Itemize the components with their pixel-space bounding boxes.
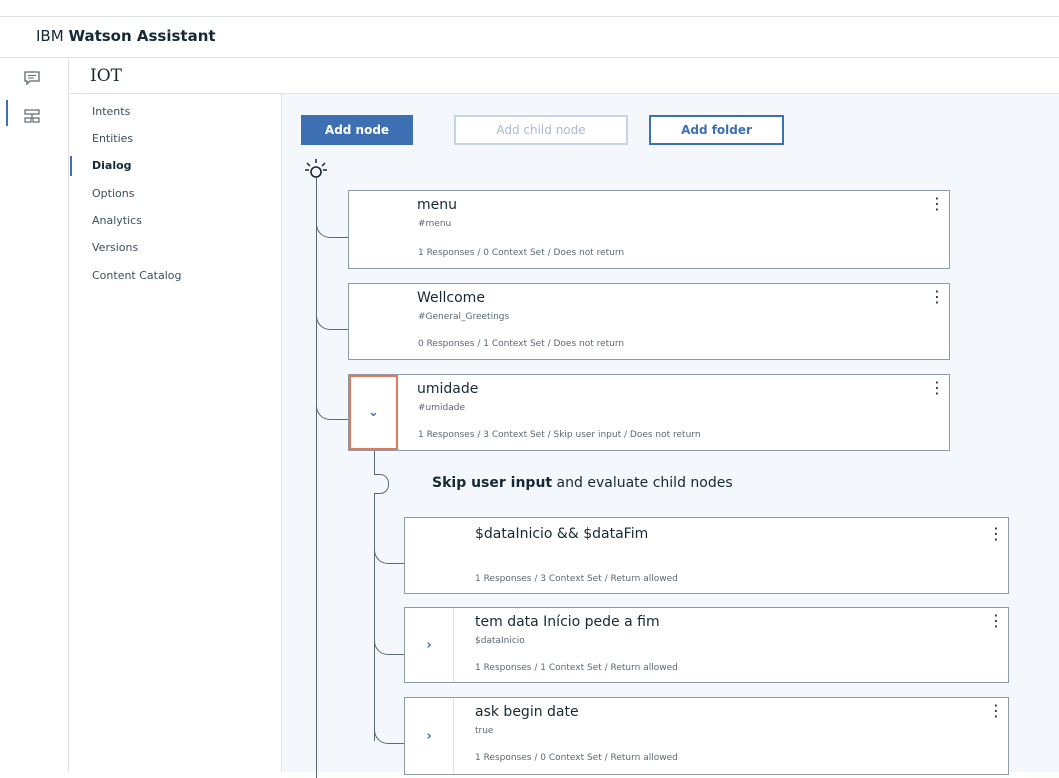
header-divider (0, 57, 1059, 58)
add-node-button[interactable]: Add node (301, 115, 413, 145)
nav-item-content-catalog[interactable]: Content Catalog (92, 269, 182, 282)
add-folder-button[interactable]: Add folder (649, 115, 784, 145)
dialog-canvas: Add node Add child node Add folder menu … (282, 94, 1059, 778)
expand-chevron-icon[interactable]: › (405, 608, 454, 682)
skills-icon[interactable] (22, 106, 42, 126)
chat-icon[interactable] (22, 68, 42, 88)
node-summary: 1 Responses / 3 Context Set / Skip user … (418, 430, 701, 440)
nav-selected-indicator (70, 156, 72, 176)
add-child-node-button[interactable]: Add child node (454, 115, 628, 145)
rail-active-indicator (6, 100, 8, 126)
node-summary: 1 Responses / 1 Context Set / Return all… (475, 663, 678, 673)
node-condition: #umidade (418, 403, 465, 413)
nav-item-entities[interactable]: Entities (92, 132, 133, 145)
overflow-menu-icon[interactable]: ⋮ (929, 196, 945, 212)
tree-connector (316, 304, 349, 330)
overflow-menu-icon[interactable]: ⋮ (929, 380, 945, 396)
overflow-menu-icon[interactable]: ⋮ (929, 289, 945, 305)
dialog-node-menu[interactable]: menu #menu 1 Responses / 0 Context Set /… (348, 190, 950, 269)
skip-bold: Skip user input (432, 475, 553, 491)
node-title: tem data Início pede a fim (475, 614, 660, 630)
tree-connector (374, 537, 405, 564)
tree-connector (374, 717, 405, 744)
expand-chevron-icon[interactable]: › (405, 698, 454, 774)
node-summary: 1 Responses / 0 Context Set / Return all… (475, 753, 678, 763)
node-condition: #menu (418, 219, 452, 229)
child-node-ask-begin-date[interactable]: › ask begin date true 1 Responses / 0 Co… (404, 697, 1009, 775)
child-branch-line (374, 451, 375, 741)
top-divider (0, 16, 1059, 17)
app-brand[interactable]: IBM Watson Assistant (36, 27, 216, 45)
workspace-title: IOT (90, 66, 122, 86)
nav-item-dialog[interactable]: Dialog (92, 159, 132, 172)
node-title: menu (417, 197, 457, 213)
tree-connector (316, 394, 349, 420)
overflow-menu-icon[interactable]: ⋮ (988, 526, 1004, 542)
node-summary: 1 Responses / 0 Context Set / Does not r… (418, 248, 625, 258)
collapse-chevron-icon[interactable]: ⌄ (349, 375, 398, 450)
node-condition: $dataInicio (475, 636, 525, 646)
dialog-node-umidade[interactable]: ⌄ umidade #umidade 1 Responses / 3 Conte… (348, 374, 950, 451)
nav-item-analytics[interactable]: Analytics (92, 214, 142, 227)
lightbulb-icon (305, 159, 327, 178)
tree-connector (316, 212, 349, 238)
brand-name: Watson Assistant (68, 27, 216, 45)
node-summary: 1 Responses / 3 Context Set / Return all… (475, 574, 678, 584)
nav-item-intents[interactable]: Intents (92, 105, 130, 118)
overflow-menu-icon[interactable]: ⋮ (988, 613, 1004, 629)
tree-connector (374, 628, 405, 655)
nav-item-versions[interactable]: Versions (92, 241, 138, 254)
skip-user-input-text: Skip user input and evaluate child nodes (432, 475, 733, 491)
tree-trunk-line (316, 178, 317, 778)
node-title: Wellcome (417, 290, 485, 306)
left-rail (0, 58, 69, 772)
dialog-node-wellcome[interactable]: Wellcome #General_Greetings 0 Responses … (348, 283, 950, 360)
node-title: $dataInicio && $dataFim (475, 526, 649, 542)
node-title: umidade (417, 381, 479, 397)
skip-rest: and evaluate child nodes (552, 475, 733, 491)
node-summary: 0 Responses / 1 Context Set / Does not r… (418, 339, 625, 349)
node-condition: true (475, 726, 494, 736)
node-title: ask begin date (475, 704, 579, 720)
child-node-datainicio-datafim[interactable]: $dataInicio && $dataFim 1 Responses / 3 … (404, 517, 1009, 594)
workspace-nav: Intents Entities Dialog Options Analytic… (69, 94, 282, 772)
skip-bracket (374, 474, 389, 494)
overflow-menu-icon[interactable]: ⋮ (988, 703, 1004, 719)
brand-prefix: IBM (36, 27, 64, 45)
nav-item-options[interactable]: Options (92, 187, 134, 200)
node-condition: #General_Greetings (418, 312, 510, 322)
child-node-tem-data-inicio[interactable]: › tem data Início pede a fim $dataInicio… (404, 607, 1009, 683)
